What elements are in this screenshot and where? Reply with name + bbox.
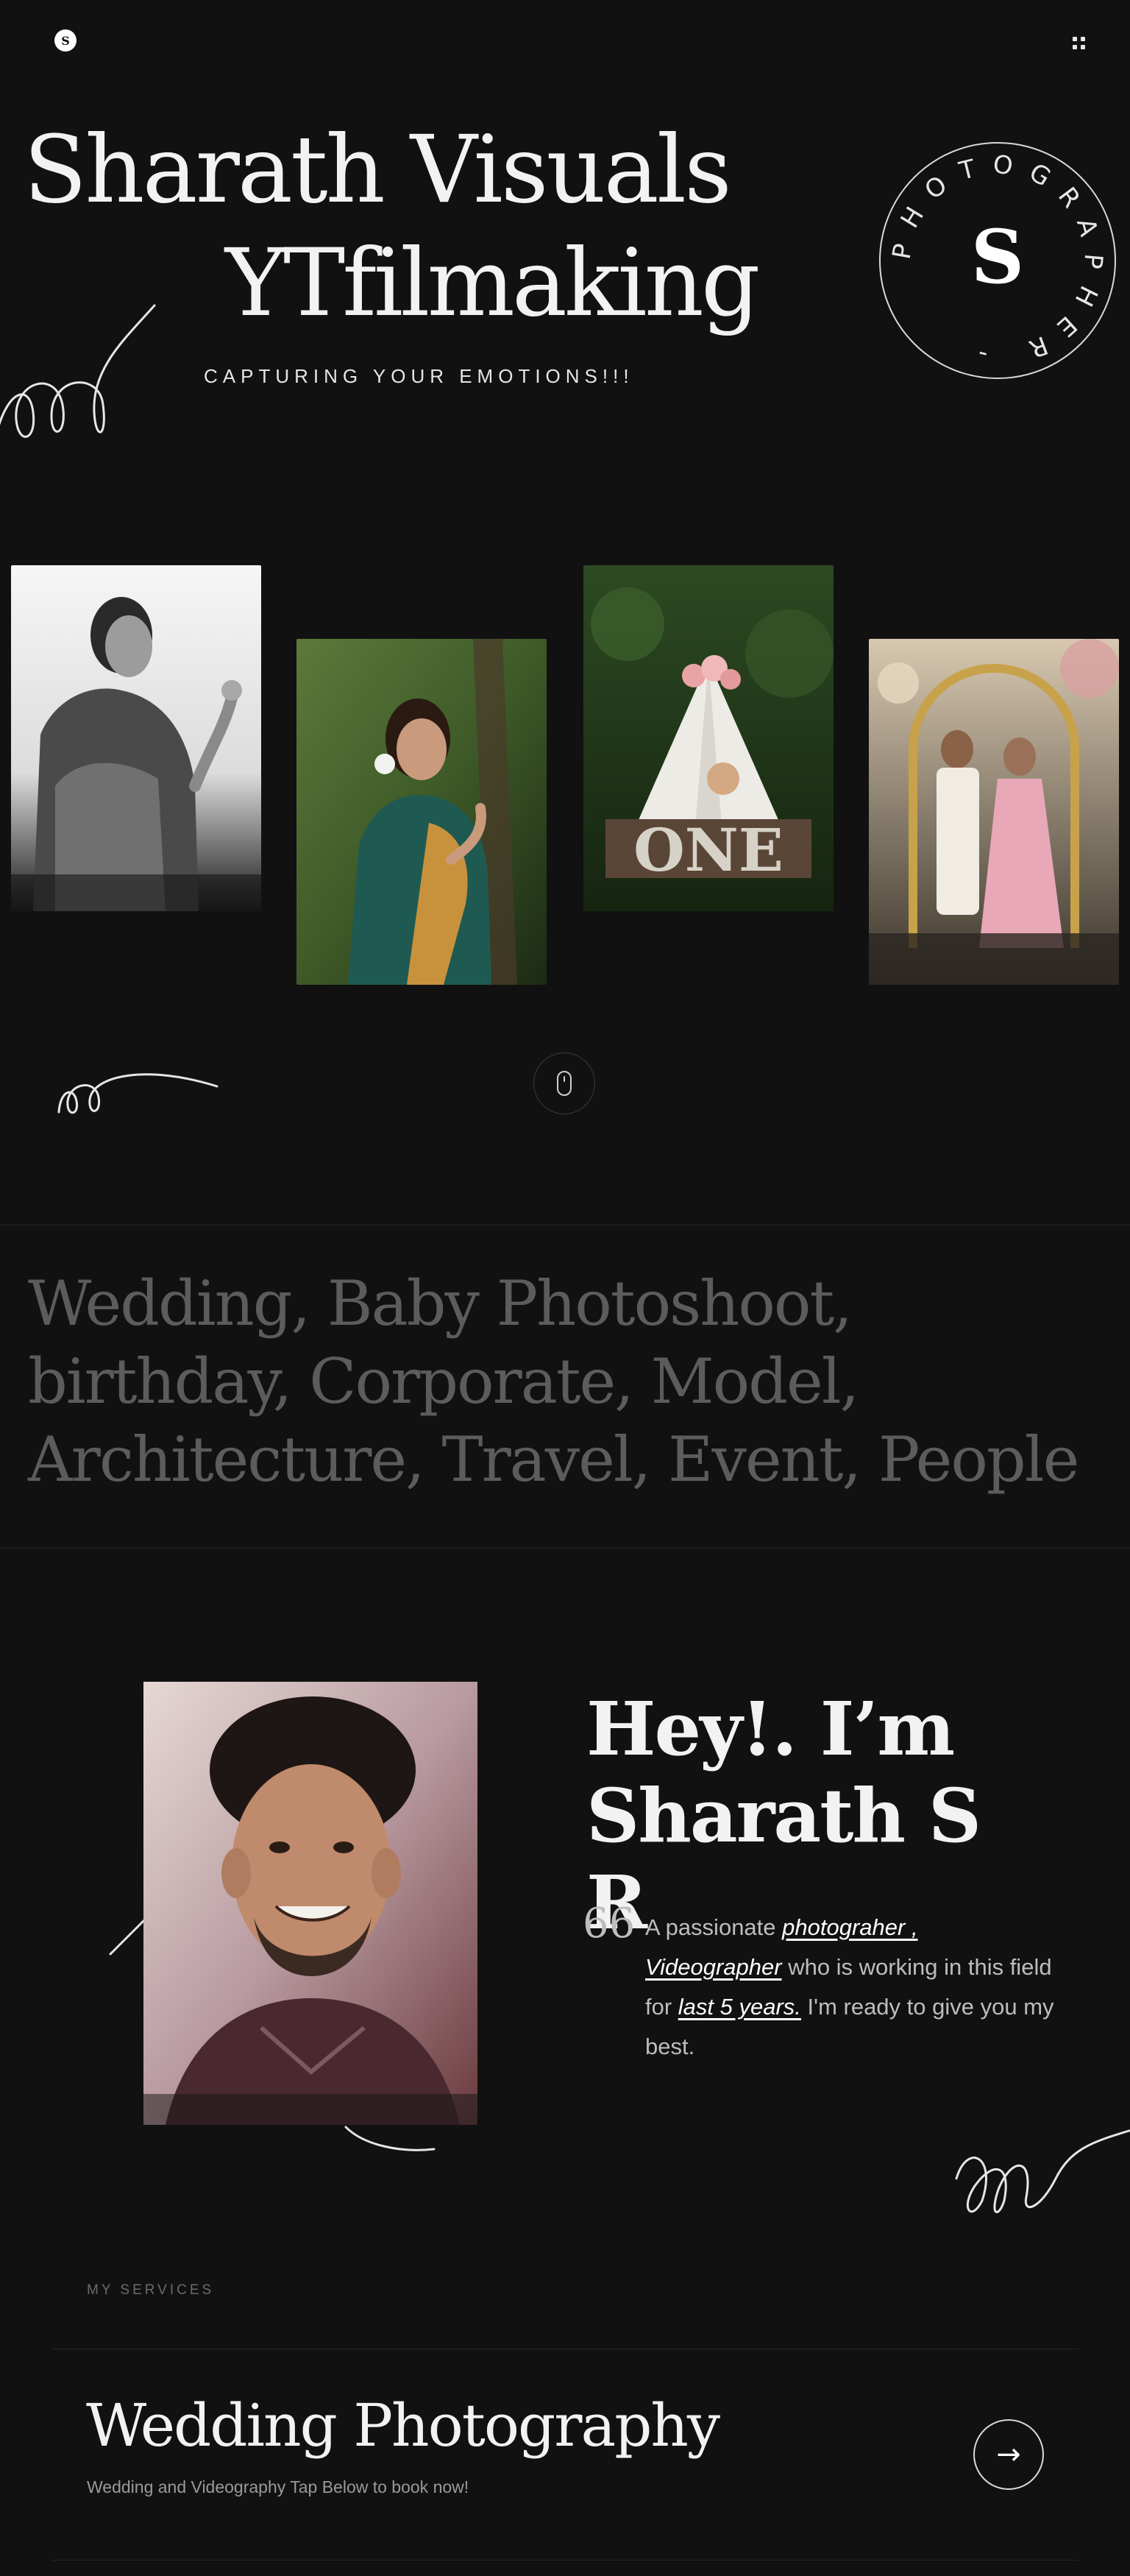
badge-letter: S [971, 213, 1024, 300]
decorative-squiggle-right-icon [955, 2129, 1130, 2214]
photographer-badge: PHOTOGRAPHER - S [879, 142, 1116, 379]
mouse-scroll-icon [557, 1071, 572, 1096]
quote-mark-icon: 66 [583, 1900, 636, 1947]
svg-text:ONE: ONE [633, 815, 783, 885]
about-description: A passionate photograher , Videographer w… [645, 1908, 1057, 2067]
hero-tagline: CAPTURING YOUR EMOTIONS!!! [204, 365, 634, 387]
link-videographer[interactable]: Videographer [645, 1954, 782, 1980]
service-divider [51, 2560, 1079, 2561]
services-label: MY SERVICES [87, 2282, 215, 2298]
categories-list: Wedding, Baby Photoshoot, birthday, Corp… [28, 1267, 1079, 1496]
decorative-curve-icon [344, 2126, 436, 2151]
hero-title: Sharath Visuals [24, 116, 732, 224]
service-description: Wedding and Videography Tap Below to boo… [87, 2477, 469, 2497]
link-photographer[interactable]: photograher , [782, 1914, 917, 1940]
link-experience[interactable]: last 5 years. [678, 1994, 801, 2020]
section-divider [0, 1548, 1130, 1549]
about-text-part: A passionate [645, 1914, 783, 1940]
gallery-photo-bw-bride[interactable] [11, 565, 261, 911]
decorative-squiggle-icon [0, 304, 156, 438]
scroll-down-button[interactable] [533, 1052, 595, 1114]
grid-dots-icon [1072, 36, 1077, 41]
arrow-right-icon: → [996, 2438, 1021, 2471]
service-title[interactable]: Wedding Photography [86, 2396, 720, 2455]
decorative-squiggle-small-icon [57, 1073, 218, 1114]
hero-subtitle: YTfilmaking [225, 229, 761, 337]
about-title-line-1: Hey!. I’m [586, 1685, 955, 1772]
menu-button[interactable] [1068, 34, 1089, 52]
service-arrow-button[interactable]: → [973, 2419, 1044, 2490]
gallery-photo-baby-teepee[interactable]: ONE [583, 565, 834, 911]
gallery-photo-bride-green[interactable] [296, 639, 547, 985]
gallery-photo-couple-stage[interactable] [869, 639, 1119, 985]
profile-photo [143, 1682, 477, 2125]
logo-letter: S [61, 33, 70, 48]
about-title: Hey!. I’m Sharath S R [586, 1685, 1042, 1946]
logo[interactable]: S [54, 29, 77, 52]
